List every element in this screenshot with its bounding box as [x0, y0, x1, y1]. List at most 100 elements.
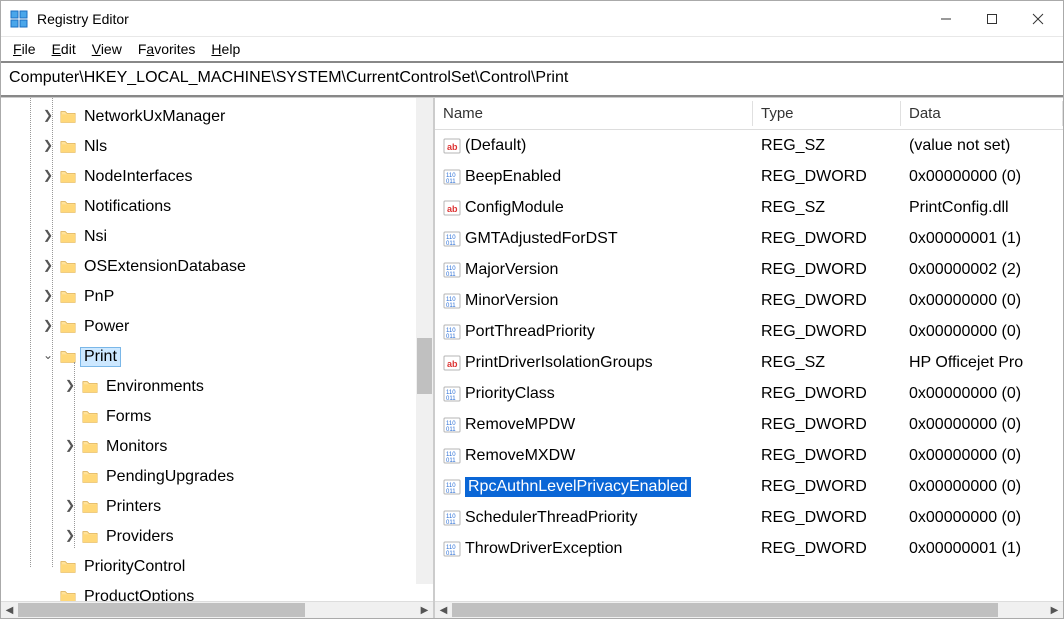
chevron-right-icon[interactable]: ❯ — [39, 138, 57, 156]
column-data[interactable]: Data — [901, 101, 1063, 126]
tree-node[interactable]: ❯ Environments — [1, 372, 433, 402]
chevron-right-icon[interactable]: ❯ — [39, 258, 57, 276]
value-type: REG_SZ — [753, 352, 901, 374]
chevron-right-icon[interactable]: ❯ — [39, 588, 57, 601]
menu-favorites[interactable]: Favorites — [132, 39, 202, 59]
tree-scroll-thumb[interactable] — [417, 338, 432, 394]
tree-label: Providers — [106, 528, 174, 545]
value-row[interactable]: RemoveMPDWREG_DWORD0x00000000 (0) — [435, 409, 1063, 440]
tree-hscroll-thumb[interactable] — [18, 603, 305, 617]
column-type[interactable]: Type — [753, 101, 901, 126]
value-type: REG_DWORD — [753, 166, 901, 188]
list-header: Name Type Data — [435, 98, 1063, 130]
tree-node[interactable]: ❯Nsi — [1, 222, 433, 252]
value-name: PriorityClass — [465, 385, 555, 403]
tree-node[interactable]: ❯Printers — [1, 492, 433, 522]
chevron-right-icon[interactable]: ❯ — [61, 408, 79, 426]
menu-file[interactable]: File — [7, 39, 42, 59]
value-row[interactable]: BeepEnabledREG_DWORD0x00000000 (0) — [435, 161, 1063, 192]
address-bar[interactable]: Computer\HKEY_LOCAL_MACHINE\SYSTEM\Curre… — [1, 61, 1063, 97]
value-row[interactable]: PrintDriverIsolationGroupsREG_SZHP Offic… — [435, 347, 1063, 378]
dword-value-icon — [443, 478, 461, 496]
tree-label: Power — [84, 318, 129, 335]
maximize-button[interactable] — [969, 3, 1015, 35]
tree-horizontal-scrollbar[interactable]: ◀ ▶ — [1, 601, 433, 618]
tree-label: Environments — [106, 378, 204, 395]
tree-node[interactable]: ❯Monitors — [1, 432, 433, 462]
tree-node[interactable]: ❯Nls — [1, 132, 433, 162]
chevron-right-icon[interactable]: ❯ — [61, 468, 79, 486]
column-name[interactable]: Name — [435, 101, 753, 126]
tree-label: ProductOptions — [84, 588, 194, 601]
tree-node[interactable]: ❯ ProductOptions — [1, 582, 433, 601]
tree-node[interactable]: ❯Notifications — [1, 192, 433, 222]
menu-edit[interactable]: Edit — [46, 39, 82, 59]
list-horizontal-scrollbar[interactable]: ◀ ▶ — [435, 601, 1063, 618]
chevron-right-icon[interactable]: ❯ — [39, 168, 57, 186]
tree-node[interactable]: ❯ Forms — [1, 402, 433, 432]
folder-icon — [59, 318, 79, 336]
chevron-right-icon[interactable]: ❯ — [39, 558, 57, 576]
folder-icon — [59, 168, 79, 186]
value-name: MajorVersion — [465, 261, 558, 279]
tree-node[interactable]: ❯ PriorityControl — [1, 552, 433, 582]
tree-node[interactable]: ❯OSExtensionDatabase — [1, 252, 433, 282]
tree-label: Forms — [106, 408, 151, 425]
scroll-left-icon[interactable]: ◀ — [435, 605, 452, 616]
close-button[interactable] — [1015, 3, 1061, 35]
scroll-left-icon[interactable]: ◀ — [1, 605, 18, 616]
chevron-right-icon[interactable]: ❯ — [61, 528, 79, 546]
dword-value-icon — [443, 168, 461, 186]
chevron-right-icon[interactable]: ❯ — [39, 198, 57, 216]
dword-value-icon — [443, 261, 461, 279]
value-row[interactable]: SchedulerThreadPriorityREG_DWORD0x000000… — [435, 502, 1063, 533]
folder-icon — [59, 288, 79, 306]
scroll-right-icon[interactable]: ▶ — [1046, 605, 1063, 616]
folder-icon — [59, 558, 79, 576]
string-value-icon — [443, 137, 461, 155]
tree-node[interactable]: ❯PendingUpgrades — [1, 462, 433, 492]
menu-view[interactable]: View — [86, 39, 128, 59]
value-type: REG_DWORD — [753, 507, 901, 529]
tree-node[interactable]: ❯ Power — [1, 312, 433, 342]
value-row[interactable]: PriorityClassREG_DWORD0x00000000 (0) — [435, 378, 1063, 409]
value-row[interactable]: RemoveMXDWREG_DWORD0x00000000 (0) — [435, 440, 1063, 471]
tree-node[interactable]: ❯NetworkUxManager — [1, 102, 433, 132]
value-data: 0x00000001 (1) — [901, 538, 1063, 560]
chevron-right-icon[interactable]: ❯ — [39, 108, 57, 126]
chevron-down-icon[interactable]: ⌄ — [39, 348, 57, 366]
tree-node[interactable]: ⌄Print — [1, 342, 433, 372]
tree-node[interactable]: ❯ Providers — [1, 522, 433, 552]
folder-icon — [59, 588, 79, 601]
dword-value-icon — [443, 385, 461, 403]
value-row[interactable]: RpcAuthnLevelPrivacyEnabledREG_DWORD0x00… — [435, 471, 1063, 502]
value-row[interactable]: GMTAdjustedForDSTREG_DWORD0x00000001 (1) — [435, 223, 1063, 254]
value-row[interactable]: PortThreadPriorityREG_DWORD0x00000000 (0… — [435, 316, 1063, 347]
scroll-right-icon[interactable]: ▶ — [416, 605, 433, 616]
tree-node[interactable]: ❯PnP — [1, 282, 433, 312]
value-name: BeepEnabled — [465, 168, 561, 186]
chevron-right-icon[interactable]: ❯ — [39, 228, 57, 246]
tree-node[interactable]: ❯NodeInterfaces — [1, 162, 433, 192]
value-row[interactable]: MinorVersionREG_DWORD0x00000000 (0) — [435, 285, 1063, 316]
string-value-icon — [443, 199, 461, 217]
value-row[interactable]: ThrowDriverExceptionREG_DWORD0x00000001 … — [435, 533, 1063, 564]
menu-help[interactable]: Help — [205, 39, 246, 59]
tree-vertical-scrollbar[interactable] — [416, 98, 433, 584]
value-row[interactable]: MajorVersionREG_DWORD0x00000002 (2) — [435, 254, 1063, 285]
dword-value-icon — [443, 540, 461, 558]
value-row[interactable]: ConfigModuleREG_SZPrintConfig.dll — [435, 192, 1063, 223]
minimize-button[interactable] — [923, 3, 969, 35]
value-data: 0x00000002 (2) — [901, 259, 1063, 281]
chevron-right-icon[interactable]: ❯ — [61, 498, 79, 516]
menubar: File Edit View Favorites Help — [1, 37, 1063, 61]
chevron-right-icon[interactable]: ❯ — [39, 318, 57, 336]
dword-value-icon — [443, 416, 461, 434]
value-type: REG_DWORD — [753, 383, 901, 405]
chevron-right-icon[interactable]: ❯ — [39, 288, 57, 306]
chevron-right-icon[interactable]: ❯ — [61, 378, 79, 396]
list-hscroll-thumb[interactable] — [452, 603, 998, 617]
chevron-right-icon[interactable]: ❯ — [61, 438, 79, 456]
value-row[interactable]: (Default)REG_SZ(value not set) — [435, 130, 1063, 161]
tree-label: PriorityControl — [84, 558, 185, 575]
